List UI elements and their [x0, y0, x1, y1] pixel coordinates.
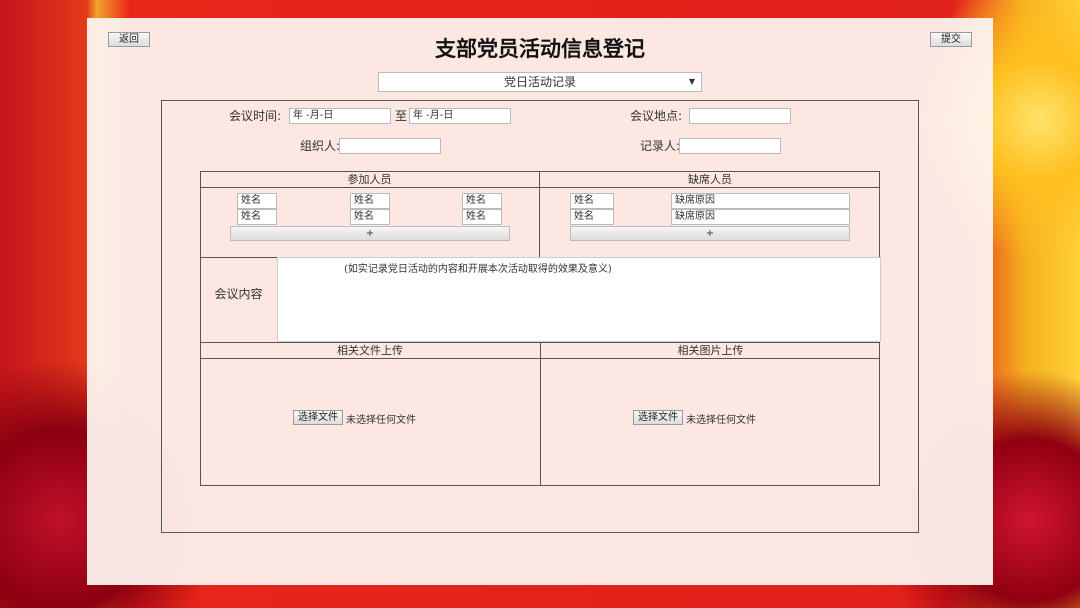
absence-reason-input[interactable]: 缺席原因	[671, 193, 850, 209]
content-label: 会议内容	[214, 287, 263, 301]
back-button[interactable]: 返回	[108, 32, 150, 47]
attendee-name-input[interactable]: 姓名	[350, 209, 390, 225]
attendee-name-input[interactable]: 姓名	[237, 209, 277, 225]
recorder-label: 记录人:	[640, 139, 681, 153]
attendee-name-input[interactable]: 姓名	[462, 209, 502, 225]
absentee-name-input[interactable]: 姓名	[570, 193, 614, 209]
date-start-input[interactable]: 年 -月-日	[289, 108, 391, 124]
add-absentee-button[interactable]: +	[570, 226, 850, 241]
files-upload-header: 相关文件上传	[337, 344, 403, 357]
add-attendee-button[interactable]: +	[230, 226, 510, 241]
to-label: 至	[395, 109, 408, 123]
attendee-name-input[interactable]: 姓名	[237, 193, 277, 209]
images-upload-header: 相关图片上传	[677, 344, 744, 357]
page-title: 支部党员活动信息登记	[435, 37, 645, 61]
no-image-text: 未选择任何文件	[686, 415, 756, 426]
choose-image-button[interactable]: 选择文件	[633, 410, 683, 425]
attendee-name-input[interactable]: 姓名	[462, 193, 502, 209]
organizer-label: 组织人:	[300, 139, 341, 153]
absentees-header: 缺席人员	[688, 173, 732, 186]
attendees-header: 参加人员	[347, 173, 392, 186]
submit-button[interactable]: 提交	[930, 32, 972, 47]
absence-reason-input[interactable]: 缺席原因	[671, 209, 850, 225]
no-file-text: 未选择任何文件	[346, 415, 416, 426]
organizer-input[interactable]	[339, 138, 441, 154]
location-label: 会议地点:	[630, 109, 683, 123]
content-textarea[interactable]: (如实记录党日活动的内容和开展本次活动取得的效果及意义)	[277, 257, 881, 342]
choose-file-button[interactable]: 选择文件	[293, 410, 343, 425]
meeting-time-label: 会议时间:	[229, 109, 282, 123]
activity-type-select[interactable]: 党日活动记录 ▼	[378, 72, 702, 92]
date-end-input[interactable]: 年 -月-日	[409, 108, 511, 124]
absentee-name-input[interactable]: 姓名	[570, 209, 614, 225]
recorder-input[interactable]	[679, 138, 781, 154]
attendee-name-input[interactable]: 姓名	[350, 193, 390, 209]
divider	[200, 187, 880, 188]
chevron-down-icon: ▼	[688, 77, 695, 86]
divider	[540, 342, 541, 486]
activity-type-value: 党日活动记录	[503, 75, 576, 89]
location-input[interactable]	[689, 108, 791, 124]
